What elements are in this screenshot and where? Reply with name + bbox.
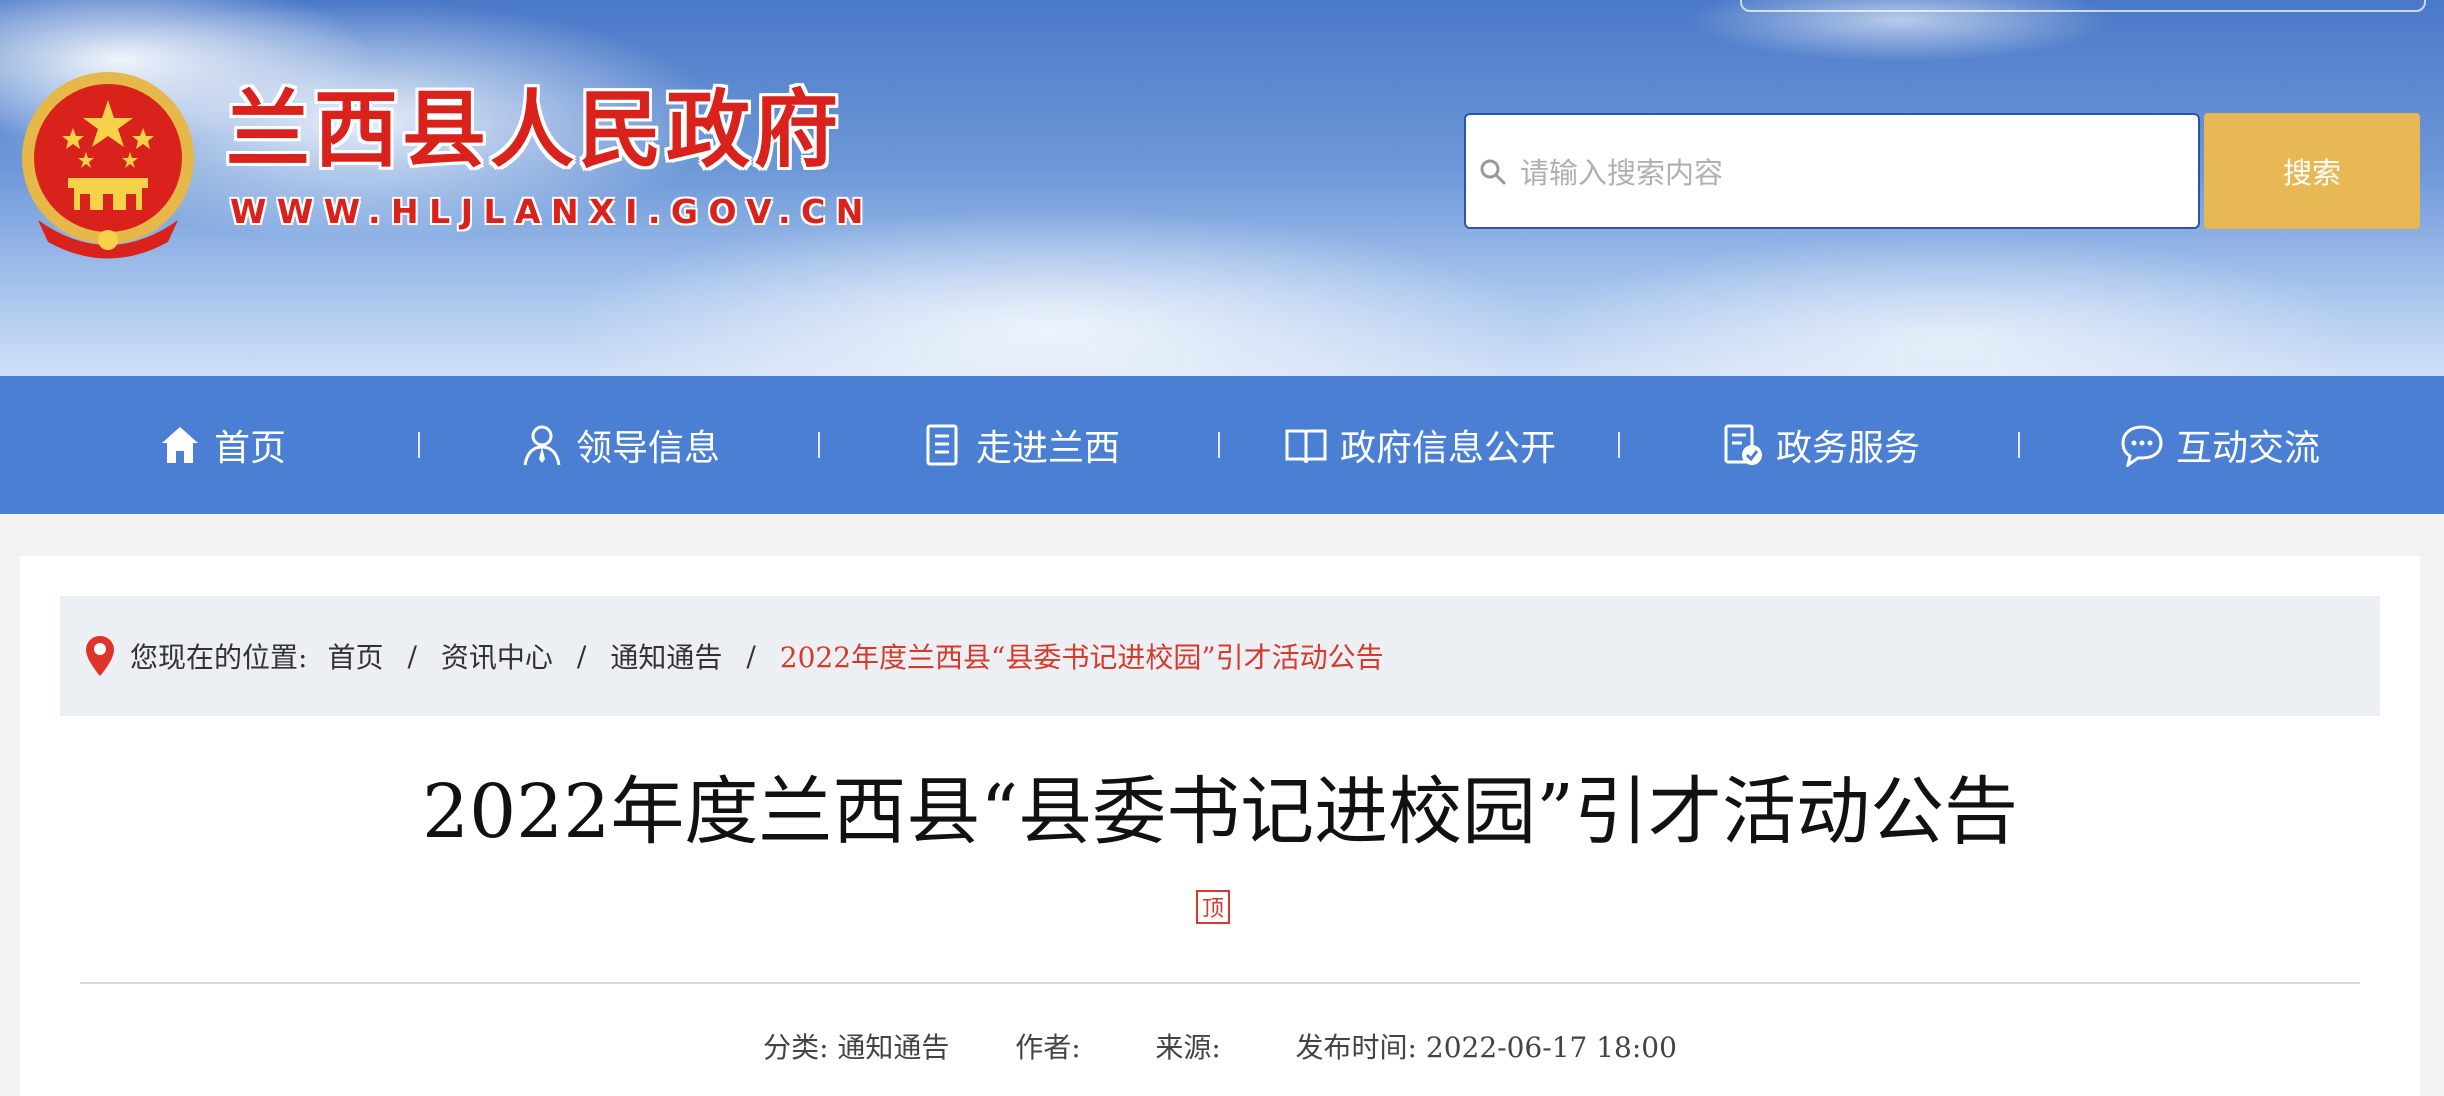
book-icon	[1285, 429, 1327, 464]
nav-item-about-lanxi[interactable]: 走进兰西	[820, 376, 1220, 514]
breadcrumb-link-notices[interactable]: 通知通告	[610, 636, 722, 676]
breadcrumb-link-news-center[interactable]: 资讯中心	[441, 636, 553, 676]
location-pin-icon	[86, 636, 114, 676]
breadcrumb-separator: /	[746, 639, 756, 673]
main-nav: 首页 领导信息 走进兰西 政府信息公开 政务服务 互动交流	[0, 376, 2444, 514]
breadcrumb-current: 2022年度兰西县“县委书记进校园”引才活动公告	[779, 641, 1384, 674]
nav-item-interaction[interactable]: 互动交流	[2020, 376, 2420, 514]
search-box	[1464, 113, 2200, 229]
search-icon	[1480, 159, 1506, 185]
pinned-badge: 顶	[1196, 890, 1230, 924]
top-utility-box	[1740, 0, 2426, 12]
article-content: 您现在的位置: 首页 / 资讯中心 / 通知通告 / 2022年度兰西县“县委书…	[20, 556, 2420, 1096]
nav-item-label: 首页	[213, 428, 286, 469]
breadcrumb-separator: /	[576, 639, 587, 673]
breadcrumb-separator: /	[407, 639, 417, 673]
nav-item-label: 领导信息	[575, 428, 720, 469]
site-title: 兰西县人民政府	[226, 81, 843, 179]
service-check-icon	[1724, 424, 1762, 465]
home-icon	[161, 427, 198, 463]
breadcrumb-prefix: 您现在的位置:	[130, 641, 308, 674]
nav-item-label: 政府信息公开	[1339, 428, 1556, 469]
search-button[interactable]: 搜索	[2204, 113, 2420, 229]
nav-item-label: 政务服务	[1775, 428, 1920, 469]
site-url: WWW.HLJLANXI.GOV.CN	[230, 192, 874, 231]
meta-publish-time: 2022-06-17 18:00	[1425, 1031, 1677, 1064]
nav-item-gov-services[interactable]: 政务服务	[1620, 376, 2020, 514]
national-emblem-logo	[22, 72, 194, 259]
nav-item-label: 走进兰西	[975, 428, 1120, 469]
document-icon	[926, 424, 958, 466]
site-header: 兰西县人民政府 WWW.HLJLANXI.GOV.CN 搜索	[0, 0, 2444, 376]
nav-item-home[interactable]: 首页	[22, 376, 422, 514]
breadcrumb-link-home[interactable]: 首页	[327, 636, 383, 676]
meta-publish-label: 发布时间:	[1295, 1031, 1417, 1064]
nav-item-label: 互动交流	[2175, 428, 2320, 469]
breadcrumb: 您现在的位置: 首页 / 资讯中心 / 通知通告 / 2022年度兰西县“县委书…	[60, 596, 2380, 716]
divider	[80, 982, 2360, 984]
person-icon	[523, 425, 561, 466]
meta-author-label: 作者:	[1015, 1031, 1081, 1064]
nav-item-leaders[interactable]: 领导信息	[420, 376, 820, 514]
meta-source-label: 来源:	[1155, 1031, 1221, 1064]
nav-item-gov-info-public[interactable]: 政府信息公开	[1220, 376, 1620, 514]
article-title: 2022年度兰西县“县委书记进校园”引才活动公告	[422, 769, 2018, 855]
search-input[interactable]	[1518, 137, 2182, 209]
meta-category: 通知通告	[837, 1031, 950, 1064]
meta-category-label: 分类:	[763, 1031, 829, 1064]
article-meta: 分类: 通知通告 作者: 来源: 发布时间: 2022-06-17 18:00	[20, 1026, 2420, 1066]
chat-bubble-icon	[2121, 425, 2163, 467]
